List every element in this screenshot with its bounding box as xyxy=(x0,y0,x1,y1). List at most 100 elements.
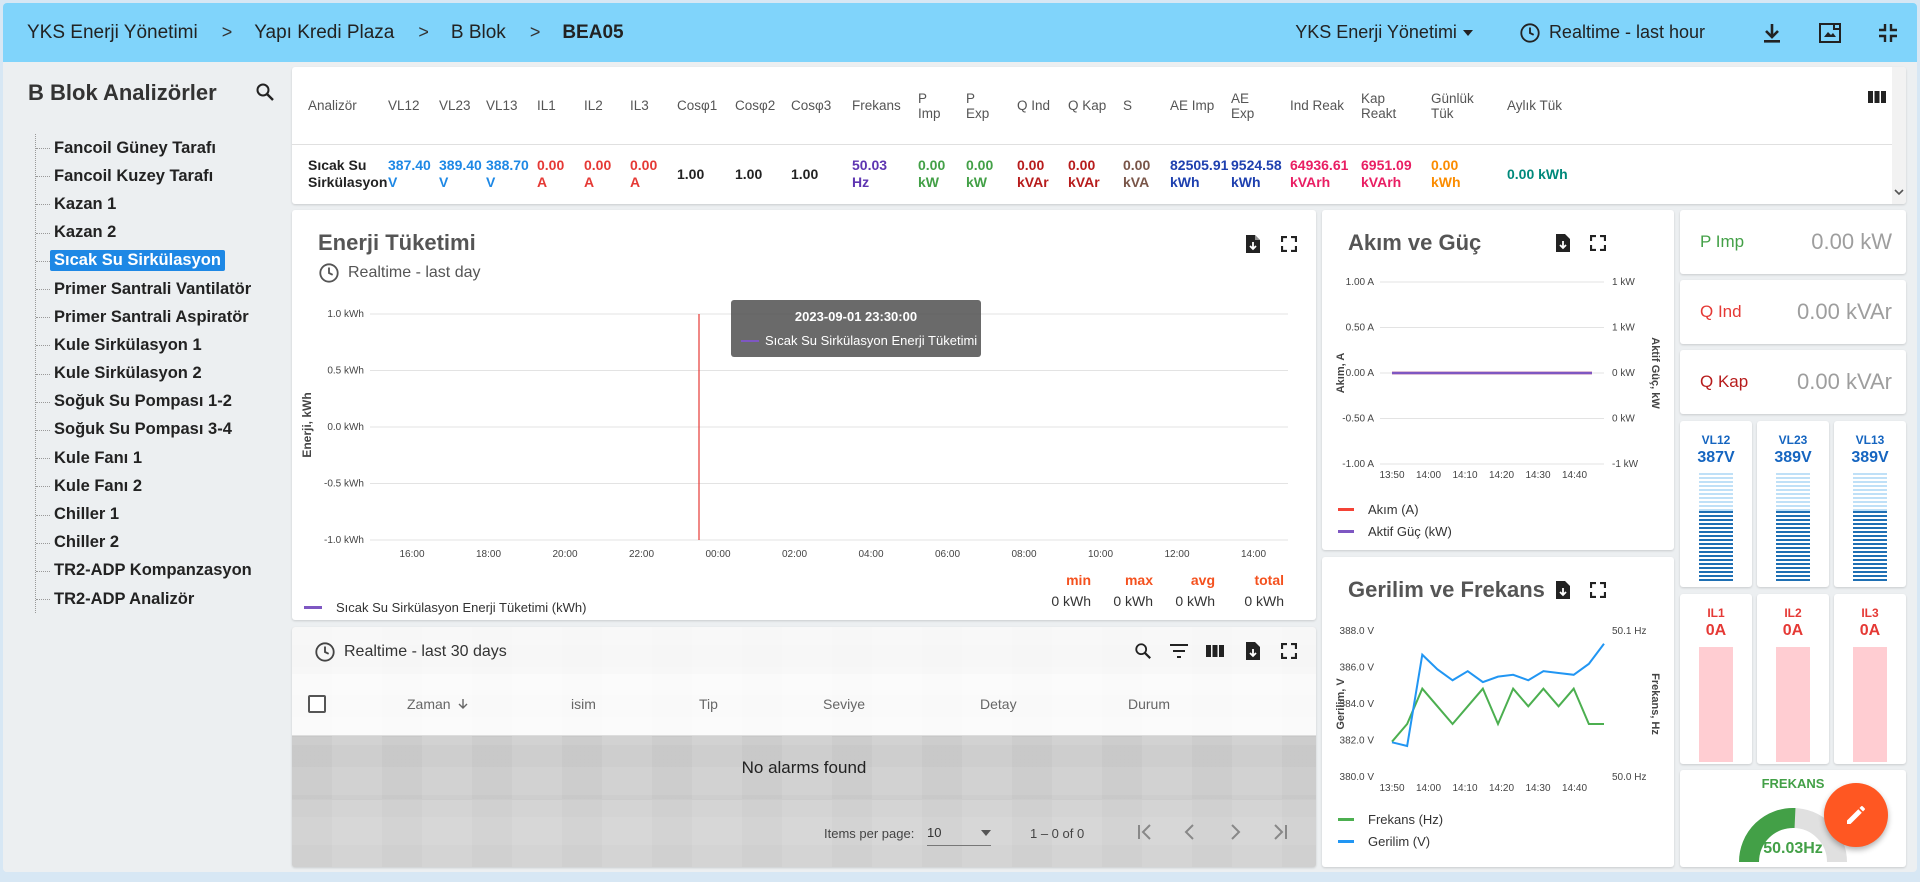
column-header[interactable]: Aylık Tük xyxy=(1491,98,1571,113)
sidebar-item[interactable]: Soğuk Su Pompası 1-2 xyxy=(36,388,280,416)
column-isim[interactable]: isim xyxy=(571,696,596,712)
gauge-label: VL13 xyxy=(1855,433,1885,447)
column-header[interactable]: VL23 xyxy=(423,98,471,113)
sidebar-item-label: Fancoil Kuzey Tarafı xyxy=(54,166,214,185)
column-header[interactable]: P Exp xyxy=(950,91,1001,121)
column-header[interactable]: Cosφ3 xyxy=(775,98,836,113)
column-header[interactable]: Frekans xyxy=(836,98,902,113)
column-tip[interactable]: Tip xyxy=(699,696,718,712)
column-zaman[interactable]: Zaman xyxy=(407,696,469,712)
sidebar-item[interactable]: Kazan 1 xyxy=(36,190,280,218)
file-export-icon xyxy=(1246,235,1260,253)
caret-down-icon xyxy=(981,829,991,836)
breadcrumb-site[interactable]: Yapı Kredi Plaza xyxy=(254,22,394,44)
gauge-value: 0A xyxy=(1705,622,1727,639)
fullscreen-button[interactable] xyxy=(1280,235,1298,257)
table-scrollbar[interactable] xyxy=(1892,67,1906,204)
download-button[interactable] xyxy=(1743,22,1801,44)
sidebar-item[interactable]: Kazan 2 xyxy=(36,219,280,247)
column-header[interactable]: IL2 xyxy=(568,98,614,113)
breadcrumb-building[interactable]: B Blok xyxy=(451,22,506,44)
column-header[interactable]: IL3 xyxy=(614,98,661,113)
column-header[interactable]: S xyxy=(1107,98,1154,113)
sidebar-item[interactable]: Chiller 2 xyxy=(36,529,280,557)
sidebar-item[interactable]: Soğuk Su Pompası 3-4 xyxy=(36,416,280,444)
column-header[interactable]: Kap Reakt xyxy=(1345,91,1415,121)
edit-fab-button[interactable] xyxy=(1824,783,1888,847)
sidebar-item[interactable]: Kule Sirkülasyon 1 xyxy=(36,331,280,359)
legend-item[interactable]: Aktif Güç (kW) xyxy=(1338,524,1452,539)
column-header[interactable]: Cosφ2 xyxy=(719,98,775,113)
time-range-button[interactable]: Realtime - last hour xyxy=(1519,22,1705,44)
column-header[interactable]: Cosφ1 xyxy=(661,98,719,113)
sidebar-item-label: Primer Santrali Vantilatör xyxy=(54,279,252,298)
sidebar-item[interactable]: Chiller 1 xyxy=(36,500,280,528)
sidebar-item-label: Kule Fanı 2 xyxy=(54,476,143,495)
table-row[interactable]: Sıcak Su Sirkülasyon 387.40 V 389.40 V 388.70 V… xyxy=(292,145,1906,203)
energy-legend[interactable]: Sıcak Su Sirkülasyon Enerji Tüketimi (kW… xyxy=(304,600,586,615)
sidebar-search-button[interactable] xyxy=(255,82,275,107)
column-durum[interactable]: Durum xyxy=(1128,696,1170,712)
column-header[interactable]: Analizör xyxy=(292,98,372,113)
x-tick-label: 14:40 xyxy=(1562,783,1587,794)
column-header[interactable]: P Imp xyxy=(902,91,950,121)
table-cell: 0.00 A xyxy=(521,157,568,191)
column-header[interactable]: AE Imp xyxy=(1154,98,1215,113)
x-tick-label: 14:30 xyxy=(1525,470,1550,481)
sidebar-item-label: Fancoil Güney Tarafı xyxy=(54,138,216,157)
last-page-button[interactable] xyxy=(1270,822,1290,847)
sidebar-item[interactable]: TR2-ADP Kompanzasyon xyxy=(36,557,280,585)
x-tick-label: 16:00 xyxy=(399,549,424,560)
legend-label: Sıcak Su Sirkülasyon Enerji Tüketimi (kW… xyxy=(336,600,587,615)
first-page-button[interactable] xyxy=(1135,822,1155,847)
column-header[interactable]: VL13 xyxy=(470,98,521,113)
column-header[interactable]: Günlük Tük xyxy=(1415,91,1491,121)
range-label: 1 – 0 of 0 xyxy=(1030,826,1085,841)
breadcrumb-org[interactable]: YKS Enerji Yönetimi xyxy=(27,22,198,44)
fullscreen-button[interactable] xyxy=(1280,642,1298,664)
column-header[interactable]: VL12 xyxy=(372,98,423,113)
next-page-button[interactable] xyxy=(1225,822,1245,847)
sidebar-item[interactable]: Kule Fanı 2 xyxy=(36,472,280,500)
legend-item[interactable]: Frekans (Hz) xyxy=(1338,812,1443,827)
sidebar-item[interactable]: Primer Santrali Vantilatör xyxy=(36,275,280,303)
sidebar-item[interactable]: Primer Santrali Aspiratör xyxy=(36,303,280,331)
legend-swatch xyxy=(741,339,759,342)
column-header[interactable]: IL1 xyxy=(521,98,568,113)
column-detay[interactable]: Detay xyxy=(980,696,1017,712)
table-cell: 82505.91 kWh xyxy=(1154,157,1228,191)
screenshot-button[interactable] xyxy=(1801,22,1859,44)
sidebar-item[interactable]: Fancoil Kuzey Tarafı xyxy=(36,162,280,190)
legend-item[interactable]: Gerilim (V) xyxy=(1338,834,1430,849)
filter-button[interactable] xyxy=(1170,644,1188,663)
table-cell: 0.00 kW xyxy=(902,157,950,191)
x-tick-label: 14:20 xyxy=(1489,783,1514,794)
prev-page-button[interactable] xyxy=(1180,822,1200,847)
org-select[interactable]: YKS Enerji Yönetimi xyxy=(1295,22,1473,43)
exit-fullscreen-button[interactable] xyxy=(1859,23,1917,43)
column-seviye[interactable]: Seviye xyxy=(823,696,865,712)
sidebar-item[interactable]: Kule Fanı 1 xyxy=(36,444,280,472)
table-cell: 0.00 A xyxy=(614,157,661,191)
select-all-checkbox[interactable] xyxy=(308,695,326,713)
sidebar-item[interactable]: Sıcak Su Sirkülasyon xyxy=(36,247,280,275)
alarms-search-button[interactable] xyxy=(1134,642,1152,665)
column-header[interactable]: Q Ind xyxy=(1001,98,1052,113)
current-power-chart[interactable]: 1.00 A 1 kW 0.50 A 1 kW 0.00 A 0 kW -0.50 A 0 k… xyxy=(1322,210,1674,550)
last-page-icon xyxy=(1274,824,1287,840)
table-cell: 0.00 kVA xyxy=(1107,157,1154,191)
sidebar-item[interactable]: Kule Sirkülasyon 2 xyxy=(36,360,280,388)
columns-button[interactable] xyxy=(1206,644,1224,663)
column-header[interactable]: Ind Reak xyxy=(1274,98,1345,113)
sidebar-item[interactable]: TR2-ADP Analizör xyxy=(36,585,280,613)
cell-line: 0.00 kW xyxy=(918,157,946,190)
column-header[interactable]: AE Exp xyxy=(1215,91,1274,121)
export-button[interactable] xyxy=(1244,234,1262,259)
table-cell: 50.03 Hz xyxy=(836,157,902,191)
legend-item[interactable]: Akım (A) xyxy=(1338,502,1419,517)
column-header[interactable]: Q Kap xyxy=(1052,98,1107,113)
items-per-page-select[interactable]: 10 xyxy=(927,820,991,846)
columns-button[interactable] xyxy=(1868,89,1886,110)
export-button[interactable] xyxy=(1244,641,1262,666)
sidebar-item[interactable]: Fancoil Güney Tarafı xyxy=(36,134,280,162)
